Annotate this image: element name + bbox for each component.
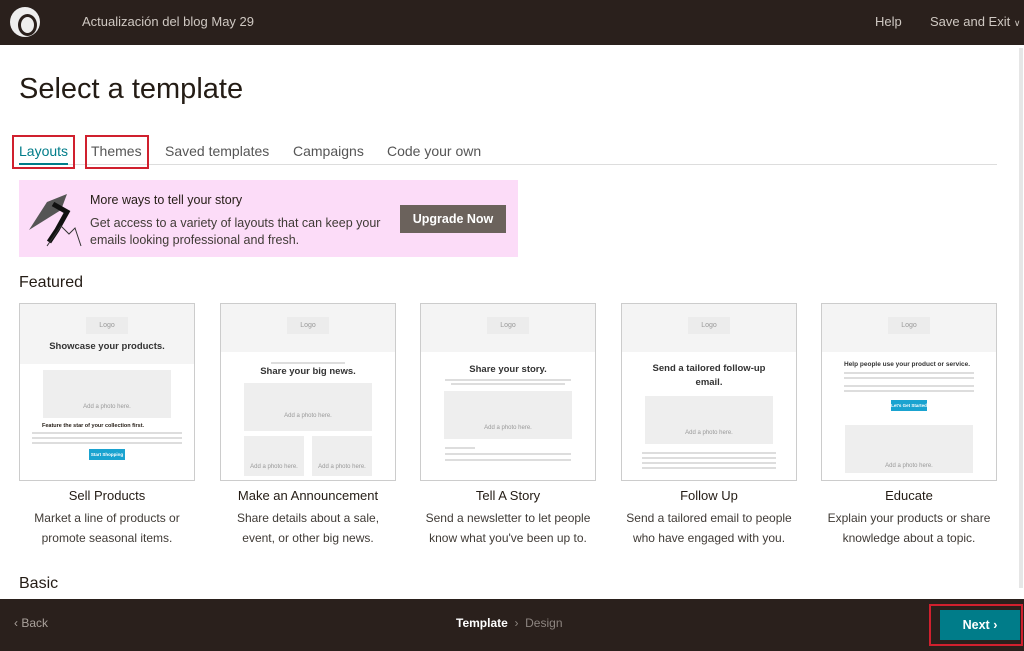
logo-placeholder: Logo — [487, 317, 529, 334]
mailchimp-logo-icon[interactable] — [10, 7, 40, 37]
highlight-box — [12, 135, 75, 169]
template-name[interactable]: Tell A Story — [410, 488, 606, 503]
template-name[interactable]: Follow Up — [611, 488, 807, 503]
step-design[interactable]: Design — [525, 616, 562, 630]
step-template: Template — [456, 616, 508, 630]
preview-heading: Showcase your products. — [49, 341, 165, 352]
photo-placeholder: Add a photo here. — [444, 391, 572, 439]
help-link[interactable]: Help — [875, 14, 902, 29]
template-card-educate[interactable]: Logo Help people use your product or ser… — [821, 303, 997, 481]
upgrade-now-button[interactable]: Upgrade Now — [400, 205, 506, 233]
template-card-follow-up[interactable]: Logo Send a tailored follow-up email. Ad… — [621, 303, 797, 481]
step-breadcrumb: Template › Design — [456, 616, 563, 630]
highlight-box — [929, 604, 1023, 646]
template-card-announcement[interactable]: Logo Share your big news. Add a photo he… — [220, 303, 396, 481]
chevron-down-icon: ∨ — [1013, 18, 1021, 28]
photo-placeholder: Add a photo here. — [645, 396, 773, 444]
chevron-right-icon: › — [514, 616, 519, 630]
banner-title: More ways to tell your story — [90, 193, 243, 207]
photo-placeholder: Add a photo here. — [244, 383, 372, 431]
preview-heading: Send a tailored follow-up email. — [652, 363, 766, 388]
back-button[interactable]: ‹ Back — [14, 616, 48, 630]
campaign-title: Actualización del blog May 29 — [82, 14, 254, 29]
save-exit-label: Save and Exit — [930, 14, 1011, 29]
logo-placeholder: Logo — [688, 317, 730, 334]
banner-description: Get access to a variety of layouts that … — [90, 216, 381, 247]
template-card-tell-a-story[interactable]: Logo Share your story. Add a photo here. — [420, 303, 596, 481]
top-bar: Actualización del blog May 29 Help Save … — [0, 0, 1024, 45]
footer-bar: ‹ Back Template › Design Next › — [0, 599, 1024, 651]
logo-placeholder: Logo — [287, 317, 329, 334]
upgrade-banner: More ways to tell your story Get access … — [19, 180, 518, 257]
tab-saved-templates[interactable]: Saved templates — [165, 143, 269, 159]
template-description: Send a newsletter to let people know wha… — [425, 511, 591, 545]
preview-heading: Help people use your product or service. — [844, 361, 971, 368]
preview-button: Let's Get Started — [891, 400, 927, 411]
tab-campaigns[interactable]: Campaigns — [293, 143, 364, 159]
preview-subheading: Feature the star of your collection firs… — [42, 423, 145, 429]
superhero-illustration-icon — [29, 194, 82, 247]
preview-heading: Share your big news. — [260, 366, 356, 377]
template-name[interactable]: Sell Products — [9, 488, 205, 503]
template-name[interactable]: Educate — [811, 488, 1007, 503]
template-description: Explain your products or share knowledge… — [827, 511, 991, 545]
photo-placeholder: Add a photo here. — [312, 436, 372, 476]
preview-button: Start Shopping — [89, 449, 125, 460]
template-description: Send a tailored email to people who have… — [626, 511, 792, 545]
photo-placeholder: Add a photo here. — [43, 370, 171, 418]
basic-heading: Basic — [19, 575, 59, 592]
template-description: Share details about a sale, event, or ot… — [236, 511, 380, 545]
template-card-sell-products[interactable]: Logo Showcase your products. Add a photo … — [19, 303, 195, 481]
template-tabs: Layouts Themes Saved templates Campaigns… — [19, 140, 997, 165]
page-title: Select a template — [19, 73, 244, 105]
logo-placeholder: Logo — [86, 317, 128, 334]
photo-placeholder: Add a photo here. — [244, 436, 304, 476]
photo-placeholder: Add a photo here. — [845, 425, 973, 473]
save-and-exit-button[interactable]: Save and Exit ∨ — [930, 14, 1020, 29]
logo-placeholder: Logo — [888, 317, 930, 334]
scrollbar[interactable] — [1019, 48, 1023, 588]
template-description: Market a line of products or promote sea… — [34, 511, 180, 545]
highlight-box — [85, 135, 149, 169]
preview-heading: Share your story. — [469, 364, 547, 375]
featured-heading: Featured — [19, 274, 84, 291]
template-name[interactable]: Make an Announcement — [210, 488, 406, 503]
tab-code-your-own[interactable]: Code your own — [387, 143, 481, 159]
